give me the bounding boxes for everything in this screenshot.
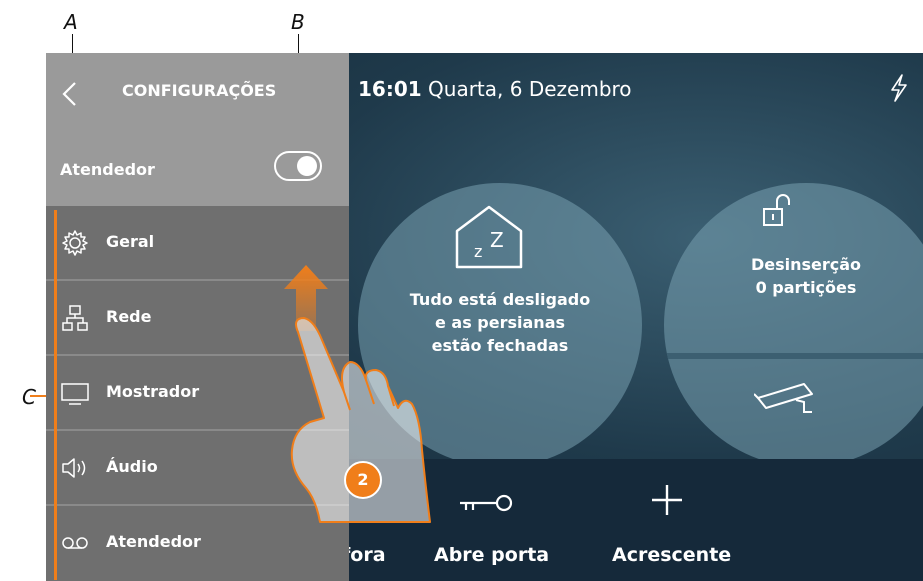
- network-icon: [62, 305, 88, 331]
- svg-text:z: z: [474, 242, 482, 261]
- alarm-button[interactable]: Desinserção 0 partições: [664, 183, 923, 467]
- callout-b: B: [291, 10, 305, 34]
- speaker-icon: [62, 458, 86, 478]
- open-door-button[interactable]: Abre porta: [434, 544, 549, 566]
- settings-item-label: Rede: [106, 307, 152, 326]
- settings-item-label: Mostrador: [106, 382, 200, 401]
- callout-c: C: [22, 385, 36, 409]
- house-sleep-icon: z Z: [455, 205, 523, 269]
- add-button[interactable]: Acrescente: [612, 544, 731, 566]
- settings-item-label: Atendedor: [106, 532, 201, 551]
- settings-item-label: Geral: [106, 232, 155, 251]
- settings-item-label: Áudio: [106, 457, 158, 476]
- svg-text:Z: Z: [490, 228, 504, 252]
- plus-icon[interactable]: [650, 483, 684, 517]
- clock: 16:01: [358, 77, 422, 101]
- voicemail-icon: [62, 537, 88, 549]
- lightning-icon[interactable]: [888, 73, 910, 103]
- back-chevron-icon[interactable]: [60, 80, 80, 108]
- step-badge: 2: [344, 461, 382, 499]
- display-icon: [61, 383, 89, 405]
- answering-toggle[interactable]: [274, 151, 322, 181]
- menu-bracket: [54, 210, 57, 580]
- settings-title: CONFIGURAÇÕES: [122, 81, 277, 100]
- callout-a: A: [64, 10, 78, 34]
- gear-icon: [62, 230, 88, 256]
- circle-divider: [664, 353, 923, 359]
- status-line: 16:01 Quarta, 6 Dezembro: [358, 77, 632, 101]
- alarm-line-2: 0 partições: [755, 278, 857, 297]
- unlock-icon: [763, 194, 790, 226]
- camera-icon[interactable]: [754, 378, 824, 418]
- key-icon[interactable]: [456, 493, 516, 517]
- toggle-knob: [297, 156, 317, 176]
- alarm-line-1: Desinserção: [750, 255, 862, 274]
- settings-header: CONFIGURAÇÕES Atendedor: [46, 53, 349, 206]
- date: Quarta, 6 Dezembro: [428, 77, 632, 101]
- answering-label: Atendedor: [60, 160, 155, 179]
